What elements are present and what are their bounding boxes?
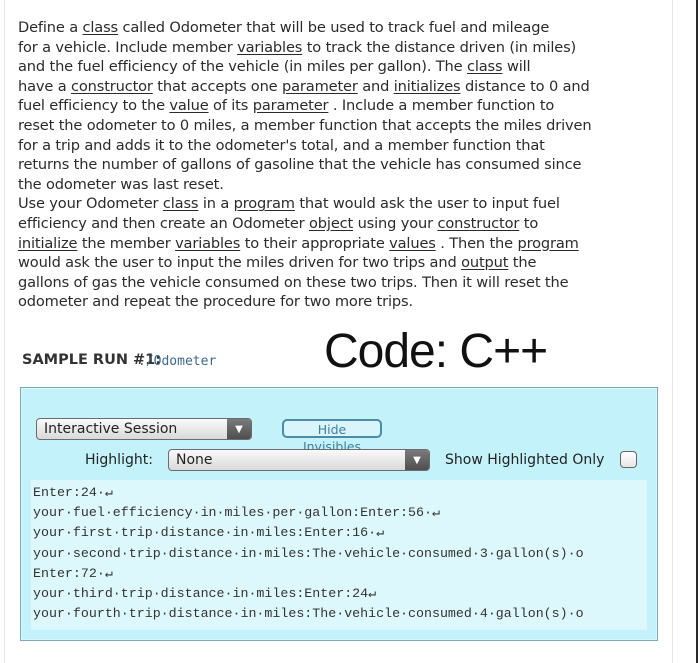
glossary-link[interactable]: constructor [71,78,153,95]
problem-paragraph-2: Use your Odometer class in a program tha… [18,194,658,312]
text-segment: of its [208,97,253,115]
glossary-link[interactable]: parameter [282,78,358,95]
highlight-select[interactable]: None ▼ [168,449,430,471]
text-segment: . Include a member function to [328,97,555,115]
text-segment: and [357,77,394,95]
text-segment: and the fuel efficiency of the vehicle (… [18,58,467,76]
problem-paragraph-1: Define a class called Odometer that will… [18,18,658,194]
glossary-link[interactable]: object [309,215,353,232]
glossary-link[interactable]: initializes [394,78,461,95]
text-segment: returns the number of gallons of gasolin… [18,156,582,174]
text-segment: the [508,254,537,272]
problem-statement: Define a class called Odometer that will… [18,18,658,312]
window-edge [696,0,698,663]
output-line: your·third·trip·distance·in·miles:Enter:… [33,585,377,601]
text-segment: to their appropriate [240,234,390,252]
show-highlighted-only-checkbox[interactable] [620,451,637,468]
glossary-link[interactable]: class [467,58,503,75]
glossary-link[interactable]: values [389,235,436,252]
glossary-link[interactable]: constructor [437,215,519,232]
sample-run-command: ./Odometer [138,354,217,369]
glossary-link[interactable]: program [234,195,295,212]
hide-invisibles-button[interactable]: Hide Invisibles [282,419,382,454]
text-segment: would ask the user to input the miles dr… [18,254,462,272]
glossary-link[interactable]: variables [237,39,302,56]
text-segment: distance to 0 and [460,77,590,95]
text-segment: called Odometer that will be used to tra… [118,19,550,36]
highlight-label: Highlight: [85,452,153,468]
output-line: your·second·trip·distance·in·miles:The·v… [33,545,584,561]
glossary-link[interactable]: initialize [18,235,77,252]
code-language-title: Code: C++ [324,325,548,378]
text-segment: have a [18,77,71,95]
glossary-link[interactable]: class [83,19,119,36]
output-line: your·fuel·efficiency·in·miles·per·gallon… [33,505,440,521]
glossary-link[interactable]: value [169,97,208,114]
text-segment: fuel efficiency to the [18,97,170,115]
text-segment: in a [198,195,234,213]
text-segment: the member [77,234,176,252]
text-segment: for a trip and adds it to the odometer's… [18,136,545,154]
chevron-down-icon[interactable]: ▼ [405,450,429,470]
glossary-link[interactable]: output [461,254,508,271]
text-segment: efficiency and then create an Odometer [18,214,310,232]
text-segment: . Then the [435,234,518,252]
output-line: your·fourth·trip·distance·in·miles:The·v… [33,606,584,622]
glossary-link[interactable]: program [517,235,578,252]
session-mode-value: Interactive Session [44,421,178,437]
glossary-link[interactable]: parameter [253,97,329,114]
glossary-link[interactable]: variables [175,235,240,252]
interactive-session-panel: Interactive Session ▼ Hide Invisibles Hi… [20,387,658,641]
highlight-value: None [176,452,213,468]
output-line: your·first·trip·distance·in·miles:Enter:… [33,525,385,541]
show-highlighted-only-label: Show Highlighted Only [445,452,605,468]
text-segment: the odometer was last reset. [18,175,224,193]
text-segment: Define a [18,19,83,36]
text-segment: gallons of gas the vehicle consumed on t… [18,273,569,291]
glossary-link[interactable]: class [163,195,199,212]
text-segment: reset the odometer to 0 miles, a member … [18,116,592,134]
session-mode-select[interactable]: Interactive Session ▼ [36,418,252,440]
output-line: Enter:24·↵ [33,485,113,500]
session-output: Enter:24·↵ your·fuel·efficiency·in·miles·… [31,480,647,630]
text-segment: that would ask the user to input fuel [294,195,560,213]
text-segment: that accepts one [152,77,283,95]
text-segment: for a vehicle. Include member [18,38,238,56]
text-segment: odometer and repeat the procedure for tw… [18,293,413,311]
output-line: Enter:72·↵ [33,565,113,581]
chevron-down-icon[interactable]: ▼ [227,419,251,439]
text-segment: to track the distance driven (in miles) [302,38,577,56]
text-segment: using your [353,214,438,232]
text-segment: Use your Odometer [18,195,163,213]
sample-run-header: SAMPLE RUN #1: ./Odometer Code: C++ [22,325,662,382]
text-segment: to [519,214,539,232]
text-segment: will [502,58,531,76]
